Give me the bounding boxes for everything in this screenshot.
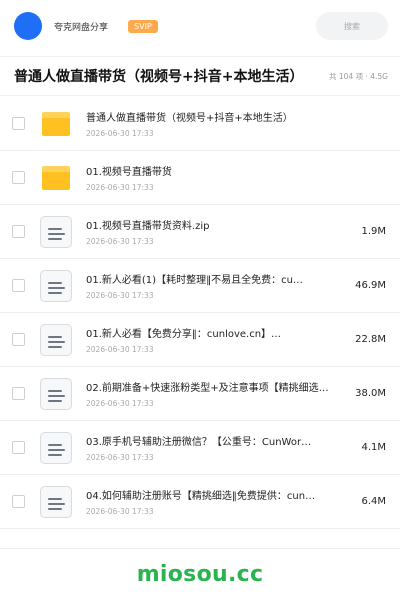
row-checkbox[interactable] [12, 171, 25, 184]
folder-meta: 共 104 项 · 4.5G [329, 71, 388, 81]
file-info: 普通人做直播带货（视频号+抖音+本地生活） 2026-06-30 17:33 [86, 109, 342, 138]
file-name[interactable]: 01.新人必看【免费分享‖：cunlove.cn】… [86, 325, 342, 340]
share-header: 夸克网盘分享 SVIP 搜索 [0, 0, 400, 52]
file-date: 2026-06-30 17:33 [86, 345, 154, 354]
row-checkbox[interactable] [12, 333, 25, 346]
file-list: 普通人做直播带货（视频号+抖音+本地生活） 2026-06-30 17:33 01.… [0, 97, 400, 529]
file-name[interactable]: 02.前期准备+快速涨粉类型+及注意事项【精挑细选… [86, 379, 342, 394]
folder-icon [40, 108, 72, 140]
row-checkbox[interactable] [12, 441, 25, 454]
file-row[interactable]: 01.视频号直播带货 2026-06-30 17:33 [0, 151, 400, 205]
document-icon [40, 485, 72, 518]
folder-icon [40, 162, 72, 194]
document-icon [40, 215, 72, 248]
file-row[interactable]: 03.原手机号辅助注册微信？【公重号：CunWor… 2026-06-30 17:… [0, 421, 400, 475]
document-icon [40, 323, 72, 356]
brand-watermark: miosou.cc [136, 562, 264, 587]
file-row[interactable]: 01.视频号直播带货资料.zip 2026-06-30 17:33 1.9M [0, 205, 400, 259]
file-size: 4.1M [361, 442, 386, 453]
file-name[interactable]: 03.原手机号辅助注册微信？【公重号：CunWor… [86, 433, 342, 448]
page-title: 普通人做直播带货（视频号+抖音+本地生活） [14, 69, 304, 85]
file-info: 02.前期准备+快速涨粉类型+及注意事项【精挑细选… 2026-06-30 17:… [86, 379, 342, 408]
file-info: 01.视频号直播带货资料.zip 2026-06-30 17:33 [86, 217, 342, 246]
file-date: 2026-06-30 17:33 [86, 129, 154, 138]
file-row[interactable]: 普通人做直播带货（视频号+抖音+本地生活） 2026-06-30 17:33 [0, 97, 400, 151]
file-row[interactable]: 01.新人必看【免费分享‖：cunlove.cn】… 2026-06-30 17:… [0, 313, 400, 367]
file-name[interactable]: 普通人做直播带货（视频号+抖音+本地生活） [86, 109, 342, 124]
file-info: 01.视频号直播带货 2026-06-30 17:33 [86, 163, 342, 192]
row-checkbox[interactable] [12, 495, 25, 508]
row-checkbox[interactable] [12, 387, 25, 400]
document-icon [40, 431, 72, 464]
file-size: 6.4M [361, 496, 386, 507]
file-date: 2026-06-30 17:33 [86, 453, 154, 462]
search-input[interactable]: 搜索 [316, 12, 388, 40]
avatar[interactable] [14, 12, 42, 40]
row-checkbox[interactable] [12, 117, 25, 130]
file-size: 22.8M [355, 334, 386, 345]
file-size: 46.9M [355, 280, 386, 291]
folder-title-bar: 普通人做直播带货（视频号+抖音+本地生活） 共 104 项 · 4.5G [0, 56, 400, 96]
file-info: 01.新人必看(1)【耗时整理‖不易且全免费：cu… 2026-06-30 17:… [86, 271, 342, 300]
file-date: 2026-06-30 17:33 [86, 399, 154, 408]
footer: miosou.cc [0, 548, 400, 600]
row-checkbox[interactable] [12, 225, 25, 238]
document-icon [40, 269, 72, 302]
file-row[interactable]: 02.前期准备+快速涨粉类型+及注意事项【精挑细选… 2026-06-30 17:… [0, 367, 400, 421]
file-info: 01.新人必看【免费分享‖：cunlove.cn】… 2026-06-30 17:… [86, 325, 342, 354]
file-info: 04.如何辅助注册账号【精挑细选‖免费提供：cun… 2026-06-30 17:… [86, 487, 342, 516]
file-row[interactable]: 04.如何辅助注册账号【精挑细选‖免费提供：cun… 2026-06-30 17:… [0, 475, 400, 529]
file-name[interactable]: 01.视频号直播带货资料.zip [86, 217, 342, 232]
file-name[interactable]: 01.新人必看(1)【耗时整理‖不易且全免费：cu… [86, 271, 342, 286]
document-icon [40, 377, 72, 410]
svip-badge: SVIP [128, 19, 158, 33]
file-size: 38.0M [355, 388, 386, 399]
file-size: 1.9M [361, 226, 386, 237]
file-date: 2026-06-30 17:33 [86, 507, 154, 516]
file-date: 2026-06-30 17:33 [86, 183, 154, 192]
share-name: 夸克网盘分享 [54, 22, 109, 33]
file-name[interactable]: 04.如何辅助注册账号【精挑细选‖免费提供：cun… [86, 487, 342, 502]
file-name[interactable]: 01.视频号直播带货 [86, 163, 342, 178]
file-row[interactable]: 01.新人必看(1)【耗时整理‖不易且全免费：cu… 2026-06-30 17:… [0, 259, 400, 313]
file-date: 2026-06-30 17:33 [86, 291, 154, 300]
row-checkbox[interactable] [12, 279, 25, 292]
file-date: 2026-06-30 17:33 [86, 237, 154, 246]
file-info: 03.原手机号辅助注册微信？【公重号：CunWor… 2026-06-30 17:… [86, 433, 342, 462]
